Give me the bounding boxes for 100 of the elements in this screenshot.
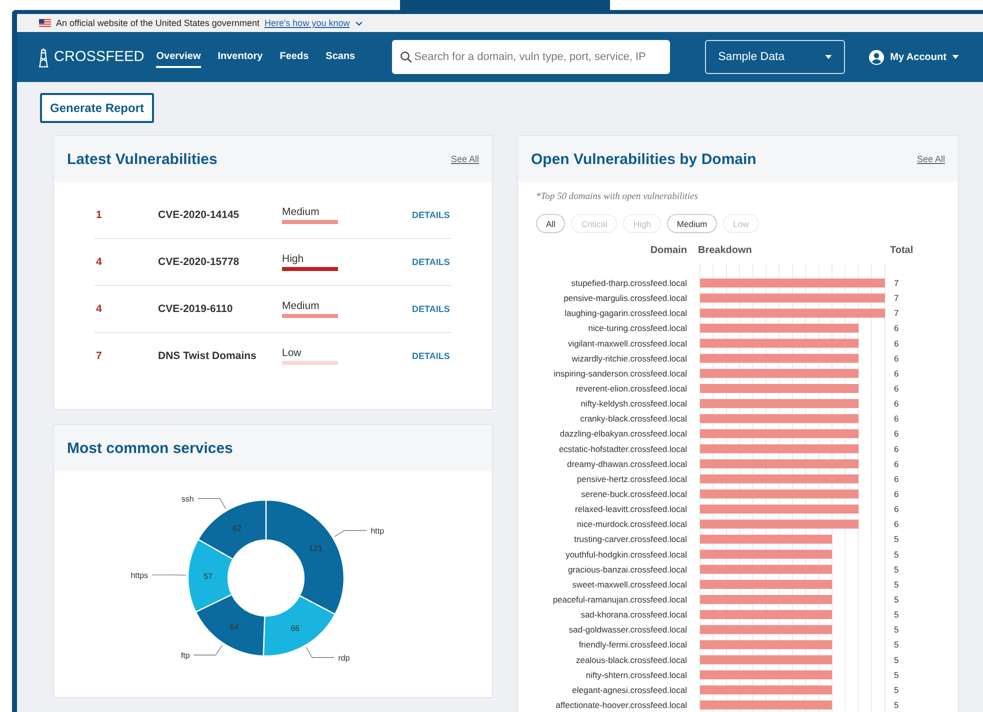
vulnerability-count: 1 bbox=[95, 209, 103, 221]
total-value: 5 bbox=[894, 640, 899, 650]
domain-label: dreamy-dhawan.crossfeed.local bbox=[566, 458, 687, 469]
total-value: 6 bbox=[894, 458, 899, 469]
total-value: 5 bbox=[894, 654, 899, 665]
vulnerability-count: 4 bbox=[95, 303, 103, 315]
domain-label: nifty-shtern.crossfeed.local bbox=[586, 670, 687, 680]
slice-label: ftp bbox=[180, 651, 190, 660]
total-value: 5 bbox=[894, 579, 899, 590]
total-value: 6 bbox=[894, 504, 899, 514]
total-value: 6 bbox=[894, 398, 899, 409]
vulnerability-name: CVE-2019-6110 bbox=[158, 303, 234, 315]
caret-icon bbox=[952, 55, 960, 59]
total-value: 6 bbox=[894, 338, 899, 348]
search-field[interactable]: Search for a domain, vuln type, port, service, IP bbox=[392, 40, 670, 74]
domain-label: ecstatic-hofstadter.crossfeed.local bbox=[558, 444, 687, 454]
details-link[interactable]: DETAILS bbox=[412, 304, 450, 314]
vulnerability-name: CVE-2020-15778 bbox=[158, 256, 240, 268]
vulnerability-count: 4 bbox=[95, 256, 103, 268]
domain-label: trusting-carver.crossfeed.local bbox=[574, 534, 687, 544]
banner-text: An official website of the United States government bbox=[56, 18, 260, 28]
vulnerability-name: CVE-2020-14145 bbox=[158, 209, 240, 221]
domain-label: relaxed-leavitt.crossfeed.local bbox=[575, 504, 687, 514]
caret-icon bbox=[825, 55, 832, 59]
account-menu[interactable]: My Account bbox=[890, 52, 946, 62]
domain-label: pensive-margulis.crossfeed.local bbox=[564, 293, 687, 304]
leader-line bbox=[306, 646, 335, 658]
domain-label: sad-goldwasser.crossfeed.local bbox=[568, 624, 687, 635]
details-link[interactable]: DETAILS bbox=[412, 210, 450, 220]
slice-value: 66 bbox=[290, 624, 300, 634]
domain-label: stupefied-tharp.crossfeed.local bbox=[571, 278, 687, 288]
domain-label: nice-turing.crossfeed.local bbox=[588, 323, 687, 334]
domain-label: laughing-gagarin.crossfeed.local bbox=[564, 308, 687, 318]
data-dropdown[interactable]: Sample Data bbox=[705, 40, 846, 74]
domain-label: dazzling-elbakyan.crossfeed.local bbox=[560, 428, 687, 439]
total-value: 6 bbox=[894, 428, 899, 439]
nav-link[interactable]: Overview bbox=[156, 46, 201, 68]
domain-label: zealous-black.crossfeed.local bbox=[576, 654, 687, 665]
total-value: 7 bbox=[894, 278, 899, 288]
see-all-link[interactable]: See All bbox=[916, 154, 945, 164]
total-value: 6 bbox=[894, 444, 899, 454]
domain-label: sweet-maxwell.crossfeed.local bbox=[572, 579, 687, 590]
search-icon bbox=[400, 51, 412, 63]
slice-value: 121 bbox=[308, 544, 322, 553]
total-value: 7 bbox=[894, 293, 899, 304]
lighthouse-icon bbox=[37, 46, 50, 68]
total-value: 6 bbox=[894, 488, 899, 499]
filter-chip[interactable]: Medium bbox=[666, 214, 718, 233]
column-header: Breakdown bbox=[698, 245, 752, 256]
banner-link[interactable]: Here's how you know bbox=[264, 18, 350, 28]
details-link[interactable]: DETAILS bbox=[412, 351, 450, 361]
domain-label: affectionate-hoover.crossfeed.local bbox=[556, 700, 687, 710]
slice-label: https bbox=[130, 570, 148, 580]
domain-label: wizardly-ritchie.crossfeed.local bbox=[572, 353, 687, 364]
filter-chip[interactable]: All bbox=[536, 214, 566, 233]
total-value: 5 bbox=[894, 564, 899, 574]
slice-label: rdp bbox=[338, 654, 350, 663]
total-value: 6 bbox=[894, 368, 899, 378]
vulnerability-name: DNS Twist Domains bbox=[158, 350, 258, 362]
domain-label: reverent-elion.crossfeed.local bbox=[576, 384, 687, 394]
domain-label: friendly-fermi.crossfeed.local bbox=[578, 640, 687, 650]
slice-value: 62 bbox=[232, 524, 242, 533]
severity-label: Medium bbox=[282, 300, 320, 312]
domain-label: youthful-hodgkin.crossfeed.local bbox=[566, 549, 687, 560]
total-value: 6 bbox=[894, 414, 899, 424]
domain-label: nifty-keldysh.crossfeed.local bbox=[580, 398, 687, 409]
domain-label: vigilant-maxwell.crossfeed.local bbox=[568, 338, 687, 348]
card-title: Open Vulnerabilities by Domain bbox=[531, 150, 756, 168]
domain-label: peaceful-ramanujan.crossfeed.local bbox=[552, 594, 687, 604]
leader-line bbox=[197, 498, 226, 510]
generate-report-button[interactable]: Generate Report bbox=[40, 93, 154, 123]
domain-label: inspiring-sanderson.crossfeed.local bbox=[554, 368, 687, 378]
slice-value: 64 bbox=[230, 622, 239, 632]
leader-line bbox=[152, 574, 186, 576]
total-value: 6 bbox=[894, 519, 899, 530]
total-value: 5 bbox=[894, 670, 899, 680]
card-title: Latest Vulnerabilities bbox=[67, 150, 218, 168]
total-value: 6 bbox=[894, 323, 899, 334]
severity-label: Medium bbox=[282, 206, 320, 218]
leader-line bbox=[334, 530, 368, 538]
slice-label: http bbox=[370, 526, 384, 536]
nav-link[interactable]: Inventory bbox=[218, 46, 263, 68]
domain-label: serene-buck.crossfeed.local bbox=[581, 488, 687, 499]
column-header: Domain bbox=[650, 245, 687, 256]
vulnerability-count: 7 bbox=[95, 350, 103, 362]
domain-label: sad-khorana.crossfeed.local bbox=[580, 610, 687, 620]
flag-icon bbox=[39, 19, 51, 27]
see-all-link[interactable]: See All bbox=[450, 154, 479, 164]
account-icon[interactable] bbox=[869, 50, 884, 64]
nav-link[interactable]: Scans bbox=[326, 46, 356, 68]
slice-label: ssh bbox=[181, 494, 194, 504]
total-value: 5 bbox=[894, 624, 899, 635]
severity-label: Low bbox=[282, 347, 302, 359]
total-value: 6 bbox=[894, 474, 899, 484]
chevron-down-icon bbox=[354, 20, 363, 26]
total-value: 5 bbox=[894, 549, 899, 560]
details-link[interactable]: DETAILS bbox=[412, 257, 450, 267]
nav-link[interactable]: Feeds bbox=[280, 46, 309, 68]
domain-label: nice-murdock.crossfeed.local bbox=[576, 519, 687, 530]
domain-label: pensive-hertz.crossfeed.local bbox=[576, 474, 687, 484]
